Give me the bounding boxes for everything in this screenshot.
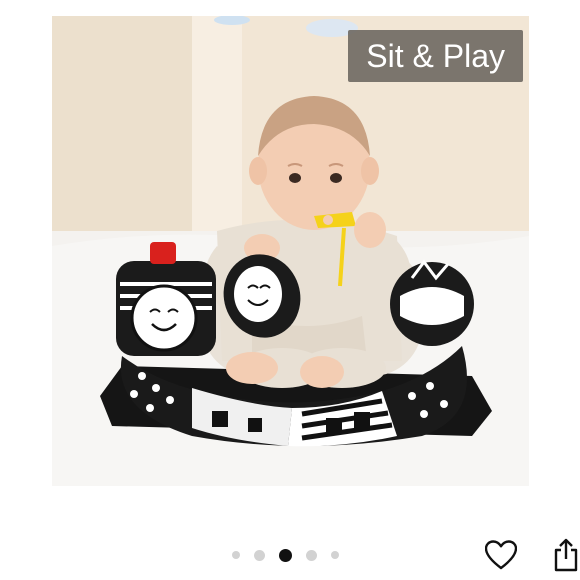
share-button[interactable] [548, 537, 580, 573]
carousel-dot-4[interactable] [306, 549, 317, 561]
carousel-pagination [232, 547, 339, 563]
baby-sitting-in-play-seat-image [52, 16, 529, 486]
carousel-dot-5[interactable] [331, 551, 339, 559]
image-caption: Sit & Play [348, 30, 523, 82]
carousel-dot-2[interactable] [254, 549, 265, 561]
carousel-dot-3-active[interactable] [279, 548, 292, 562]
product-photo[interactable]: Sit & Play [52, 16, 529, 486]
carousel-dot-1[interactable] [232, 551, 240, 559]
share-icon [554, 538, 578, 572]
favorite-button[interactable] [483, 537, 519, 573]
heart-outline-icon [485, 540, 517, 570]
